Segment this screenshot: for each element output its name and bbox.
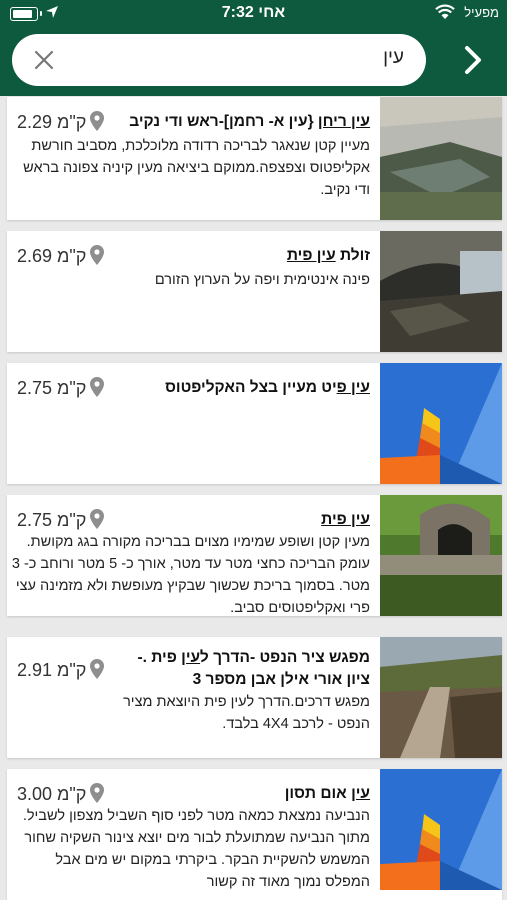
map-pin-icon — [90, 245, 105, 265]
result-title: עין ריחן {עין א- רחמן]-ראש ודי נקיב — [120, 111, 370, 133]
result-description: מעין קטן ושופע שמימיו מצוים בבריכה מקורה… — [11, 534, 370, 616]
map-pin-icon — [90, 509, 105, 529]
title-highlight: עין פית — [321, 511, 370, 528]
title-highlight: עין — [181, 649, 201, 666]
distance-label: 2.91 ק"מ — [17, 660, 87, 680]
title-rest: אום תסון — [284, 785, 352, 802]
search-input[interactable]: עין — [383, 47, 404, 69]
title-rest: יט מעיין בצל האקליפטוס — [165, 379, 337, 396]
result-thumbnail — [380, 769, 502, 890]
result-thumbnail — [380, 231, 502, 352]
distance-label: 2.75 ק"מ — [17, 510, 87, 530]
result-card[interactable]: 2.91 ק"מ מפגש ציר הנפט -הדרך לעין פית .-… — [7, 637, 502, 758]
result-description: הנביעה נמצאת כמאה מטר לפני סוף השביל מצפ… — [22, 808, 370, 890]
result-description: מעיין קטן שנאגר לבריכה רדודה מלוכלכת, מס… — [23, 138, 370, 198]
distance-label: 2.29 ק"מ — [17, 112, 87, 132]
result-card[interactable]: 2.75 ק"מ עין פיט מעיין בצל האקליפטוס — [7, 363, 502, 484]
distance: 2.29 ק"מ — [17, 111, 105, 133]
map-pin-icon — [90, 659, 105, 679]
title-highlight: עין פ — [336, 379, 370, 396]
result-title: עין פית — [120, 509, 370, 531]
chevron-right-icon[interactable] — [459, 44, 487, 76]
map-pin-icon — [90, 111, 105, 131]
result-title: מפגש ציר הנפט -הדרך לעין פית .- ציון אור… — [120, 647, 370, 691]
distance: 3.00 ק"מ — [17, 783, 105, 805]
status-time: 7:32 אחי — [221, 4, 286, 21]
title-pre: זולת — [335, 247, 370, 264]
distance: 2.75 ק"מ — [17, 509, 105, 531]
status-bar: 7:32 אחי מפעיל — [0, 0, 507, 28]
distance-label: 2.75 ק"מ — [17, 378, 87, 398]
close-icon[interactable] — [30, 46, 58, 74]
result-thumbnail — [380, 363, 502, 484]
result-thumbnail — [380, 97, 502, 220]
result-card[interactable]: 2.69 ק"מ זולת עין פית פינה אינטימית ויפה… — [7, 231, 502, 352]
title-highlight: עין ריחן — [317, 113, 370, 130]
distance-label: 2.69 ק"מ — [17, 246, 87, 266]
app-header: 7:32 אחי מפעיל עין — [0, 0, 507, 96]
result-title: עין אום תסון — [120, 783, 370, 805]
title-rest: {עין א- רחמן]-ראש ודי נקיב — [129, 113, 318, 130]
distance: 2.91 ק"מ — [17, 659, 105, 681]
title-highlight: עין פית — [286, 247, 336, 264]
search-bar[interactable]: עין — [12, 34, 426, 86]
result-description: מפגש דרכים.הדרך לעין פית היוצאת מציר הנפ… — [123, 694, 370, 732]
map-pin-icon — [90, 377, 105, 397]
distance-label: 3.00 ק"מ — [17, 784, 87, 804]
carrier-name: מפעיל — [464, 5, 499, 20]
title-pre: מפגש ציר הנפט -הדרך ל — [200, 649, 370, 666]
result-card[interactable]: 2.75 ק"מ עין פית מעין קטן ושופע שמימיו מ… — [7, 495, 502, 616]
result-title: זולת עין פית — [120, 245, 370, 267]
result-card[interactable]: 3.00 ק"מ עין אום תסון הנביעה נמצאת כמאה … — [7, 769, 502, 900]
map-pin-icon — [90, 783, 105, 803]
distance: 2.75 ק"מ — [17, 377, 105, 399]
wifi-icon — [435, 4, 455, 19]
title-highlight: עין — [351, 785, 370, 802]
result-thumbnail — [380, 495, 502, 616]
result-thumbnail — [380, 637, 502, 758]
result-description: פינה אינטימית ויפה על הערוץ הזורם — [154, 272, 370, 288]
distance: 2.69 ק"מ — [17, 245, 105, 267]
result-card[interactable]: 2.29 ק"מ עין ריחן {עין א- רחמן]-ראש ודי … — [7, 97, 502, 220]
result-title: עין פיט מעיין בצל האקליפטוס — [120, 377, 370, 399]
